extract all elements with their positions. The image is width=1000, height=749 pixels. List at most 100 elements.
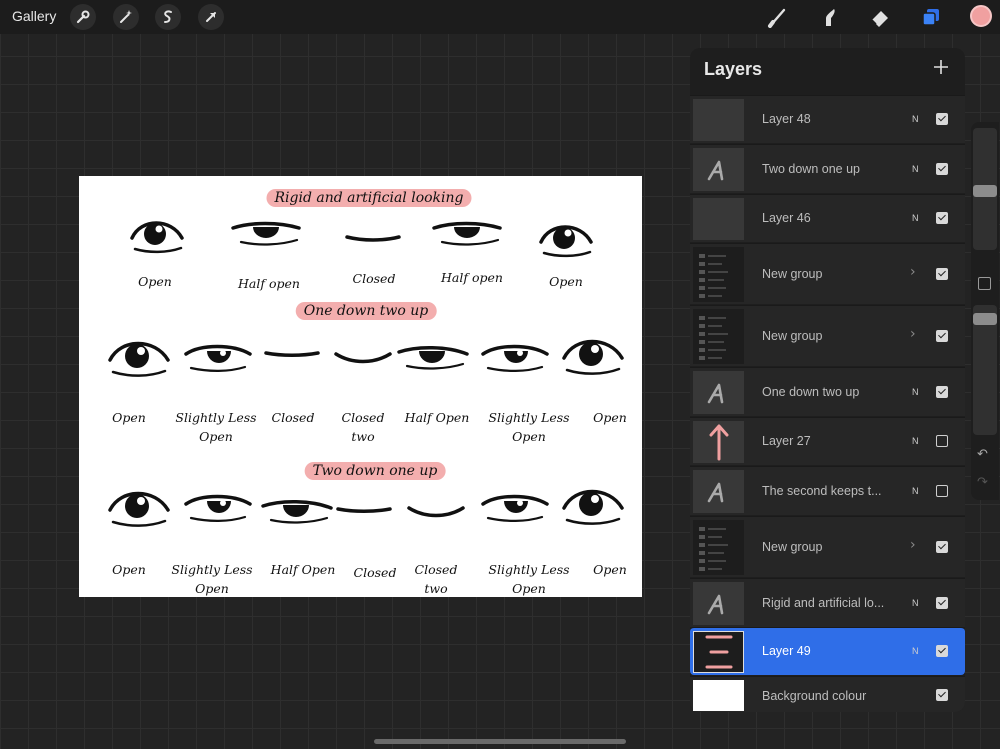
label-closed: Closed (352, 271, 396, 286)
drawing-canvas[interactable]: Rigid and artificial looking One down tw… (79, 176, 642, 597)
label-open: Open (593, 562, 627, 577)
label-closed-two: Closed two (414, 562, 458, 596)
layer-visibility-checkbox[interactable] (936, 163, 948, 175)
layer-name: New group (762, 540, 823, 554)
heading-two-down-one-up: Two down one up (304, 462, 446, 480)
blend-mode[interactable]: N (912, 387, 919, 397)
selection-icon[interactable] (155, 4, 181, 30)
brush-size-handle[interactable] (973, 185, 997, 197)
layer-visibility-checkbox[interactable] (936, 330, 948, 342)
layer-visibility-checkbox[interactable] (936, 268, 948, 280)
opacity-handle[interactable] (973, 313, 997, 325)
eye-open-drawing (108, 341, 170, 377)
label-closed-two: Closed two (341, 410, 385, 444)
label-open: Open (549, 274, 583, 289)
group-thumbnail (693, 309, 744, 364)
gallery-button[interactable]: Gallery (12, 8, 56, 24)
blend-mode[interactable]: N (912, 646, 919, 656)
layer-row[interactable]: New group › (690, 305, 965, 366)
brush-icon[interactable] (765, 4, 791, 30)
eye-open-drawing (562, 489, 624, 525)
group-thumbnail (693, 520, 744, 575)
group-thumbnail (693, 247, 744, 302)
layer-visibility-checkbox[interactable] (936, 597, 948, 609)
layer-visibility-checkbox[interactable] (936, 645, 948, 657)
blend-mode[interactable]: N (912, 213, 919, 223)
smudge-icon[interactable] (816, 4, 842, 30)
layer-visibility-checkbox[interactable] (936, 689, 948, 701)
layer-row[interactable]: Background colour (690, 676, 965, 712)
label-half-open: Half open (238, 276, 300, 291)
label-half-open: Half Open (404, 410, 470, 425)
layer-thumbnail (693, 631, 744, 673)
layer-visibility-checkbox[interactable] (936, 113, 948, 125)
text-layer-icon (693, 371, 744, 414)
label-open: Open (112, 410, 146, 425)
chevron-right-icon[interactable]: › (910, 264, 916, 280)
text-layer-icon (693, 470, 744, 513)
eraser-icon[interactable] (867, 4, 893, 30)
home-indicator (374, 739, 626, 744)
blend-mode[interactable]: N (912, 436, 919, 446)
layer-row[interactable]: Layer 27 N (690, 417, 965, 465)
eye-half-open-drawing (397, 345, 469, 370)
chevron-right-icon[interactable]: › (910, 326, 916, 342)
eye-open-drawing (562, 339, 624, 375)
blend-mode[interactable]: N (912, 164, 919, 174)
top-toolbar: Gallery (0, 0, 1000, 34)
eye-open-drawing (539, 225, 593, 258)
layer-name: Layer 46 (762, 211, 811, 225)
layer-visibility-checkbox[interactable] (936, 541, 948, 553)
layer-row[interactable]: The second keeps t... N (690, 466, 965, 515)
layer-row[interactable]: Layer 46 N (690, 194, 965, 242)
undo-icon[interactable]: ↶ (977, 447, 988, 462)
layer-name: One down two up (762, 385, 860, 399)
eye-closed-two-drawing (334, 352, 392, 364)
layer-row[interactable]: Two down one up N (690, 144, 965, 193)
layer-visibility-checkbox[interactable] (936, 435, 948, 447)
layer-row[interactable]: New group › (690, 516, 965, 577)
heading-one-down-two-up: One down two up (295, 302, 437, 320)
layer-visibility-checkbox[interactable] (936, 212, 948, 224)
background-thumbnail (693, 680, 744, 711)
eye-closed-drawing (264, 351, 320, 357)
layer-name: Layer 49 (762, 644, 811, 658)
layer-row[interactable]: Rigid and artificial lo... N (690, 578, 965, 627)
plus-icon[interactable] (930, 56, 952, 78)
eye-closed-two-drawing (407, 506, 465, 518)
color-swatch[interactable] (970, 5, 992, 27)
layers-icon[interactable] (918, 4, 944, 30)
magic-wand-icon[interactable] (113, 4, 139, 30)
layer-thumbnail (693, 198, 744, 240)
eye-half-open-drawing (432, 221, 502, 246)
chevron-right-icon[interactable]: › (910, 537, 916, 553)
layer-name: Layer 27 (762, 434, 811, 448)
layer-row-selected[interactable]: Layer 49 N (690, 627, 965, 675)
modify-button[interactable] (978, 277, 991, 290)
blend-mode[interactable]: N (912, 598, 919, 608)
layer-name: New group (762, 329, 823, 343)
layer-visibility-checkbox[interactable] (936, 485, 948, 497)
label-half-open: Half Open (270, 562, 336, 577)
blend-mode[interactable]: N (912, 486, 919, 496)
label-half-open: Half open (441, 270, 503, 285)
layer-row[interactable]: New group › (690, 243, 965, 304)
label-open: Open (112, 562, 146, 577)
layer-visibility-checkbox[interactable] (936, 386, 948, 398)
label-closed: Closed (271, 410, 315, 425)
layer-row[interactable]: One down two up N (690, 367, 965, 416)
redo-icon[interactable]: ↷ (977, 475, 988, 490)
blend-mode[interactable]: N (912, 114, 919, 124)
eye-slightly-less-open-drawing (184, 494, 252, 522)
label-slightly-less-open: Slightly Less Open (175, 410, 257, 444)
eye-half-open-drawing (231, 221, 301, 246)
layer-name: The second keeps t... (762, 484, 882, 498)
wrench-icon[interactable] (70, 4, 96, 30)
arrow-up-icon (693, 421, 744, 463)
eye-open-drawing (130, 221, 184, 254)
layer-row[interactable]: Layer 48 N (690, 95, 965, 143)
text-layer-icon (693, 148, 744, 191)
transform-arrow-icon[interactable] (198, 4, 224, 30)
eye-slightly-less-open-drawing (481, 494, 549, 522)
text-layer-icon (693, 582, 744, 625)
